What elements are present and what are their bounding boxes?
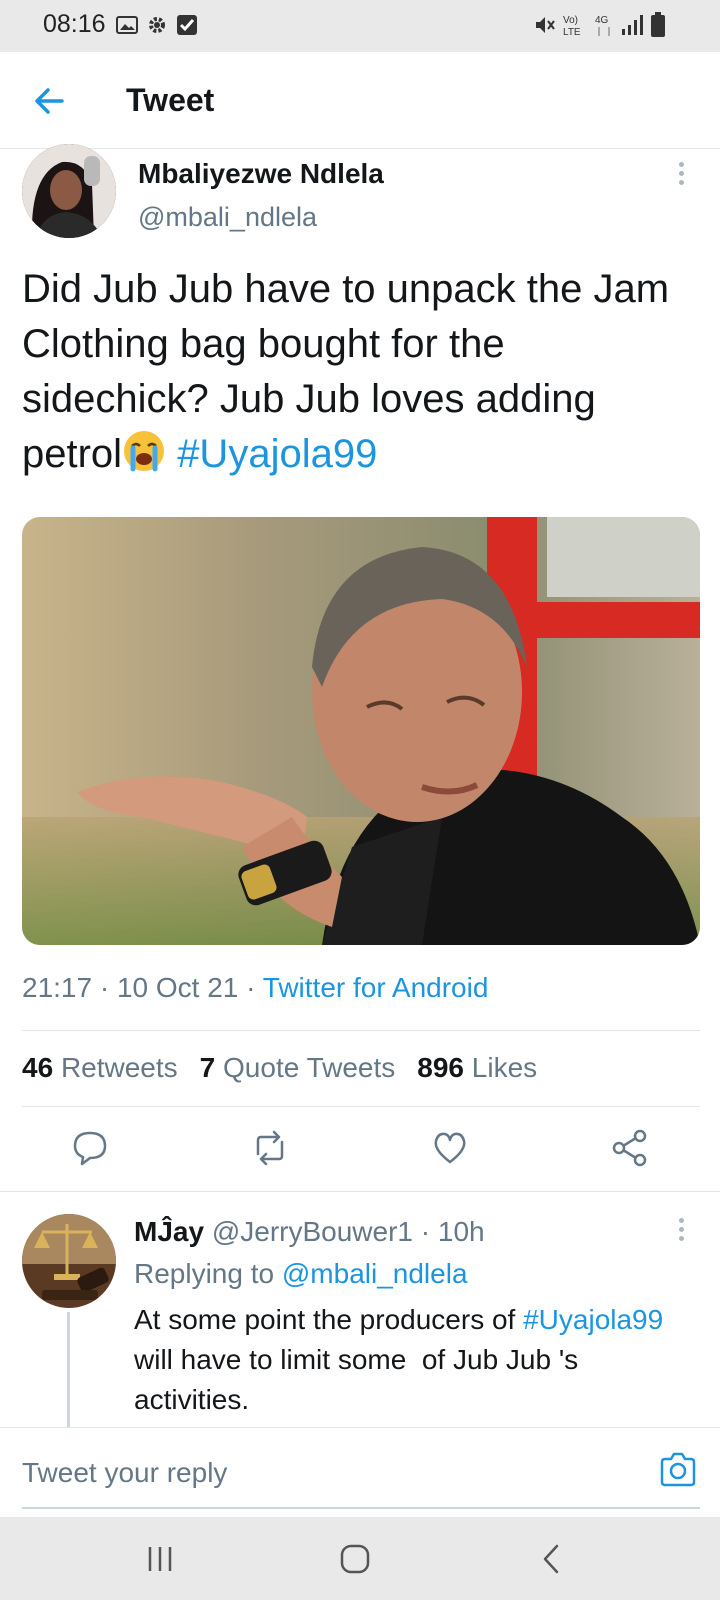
reply-author-handle[interactable]: @JerryBouwer1	[212, 1216, 413, 1247]
divider	[22, 1030, 700, 1031]
loudly-crying-face-emoji	[124, 431, 165, 472]
thread-line	[67, 1312, 70, 1427]
svg-text:4G: 4G	[595, 15, 609, 26]
reply-age: 10h	[437, 1216, 485, 1247]
tweet-meta: 21:17 · 10 Oct 21 · Twitter for Android	[22, 972, 488, 1004]
quotes-label: Quote Tweets	[223, 1052, 396, 1083]
reply-input[interactable]	[22, 1450, 622, 1496]
author-avatar-image	[22, 144, 116, 238]
retweets-stat[interactable]: 46 Retweets	[22, 1052, 178, 1084]
checkbox-icon	[177, 15, 197, 35]
author-avatar[interactable]	[22, 144, 116, 238]
battery-icon	[651, 12, 665, 37]
reply-composer	[0, 1427, 720, 1517]
meta-separator: ·	[420, 1216, 431, 1247]
more-options-icon[interactable]	[676, 1218, 686, 1244]
home-icon[interactable]	[337, 1541, 373, 1577]
reply-author-name[interactable]: MĴay	[134, 1216, 204, 1247]
likes-count: 896	[417, 1052, 464, 1083]
reply-header: MĴay @JerryBouwer1 · 10h	[134, 1216, 485, 1248]
tweet-photo[interactable]	[22, 517, 700, 945]
composer-underline	[22, 1507, 700, 1509]
camera-icon[interactable]	[658, 1450, 698, 1490]
replying-to-handle[interactable]: @mbali_ndlela	[282, 1258, 468, 1289]
reply-avatar[interactable]	[22, 1214, 116, 1308]
likes-label: Likes	[471, 1052, 538, 1083]
4g-icon: 4G	[595, 15, 610, 36]
recent-apps-icon[interactable]	[142, 1541, 178, 1577]
tweet-source[interactable]: Twitter for Android	[263, 972, 489, 1003]
tweet-stats: 46 Retweets 7 Quote Tweets 896 Likes	[22, 1052, 537, 1084]
replying-prefix: Replying to	[134, 1258, 275, 1289]
likes-stat[interactable]: 896 Likes	[417, 1052, 537, 1084]
system-nav-bar	[0, 1517, 720, 1600]
signal-icon	[622, 15, 643, 35]
back-arrow-icon[interactable]	[30, 82, 68, 120]
tweet-text: Did Jub Jub have to unpack the Jam Cloth…	[22, 262, 702, 482]
quotes-stat[interactable]: 7 Quote Tweets	[200, 1052, 396, 1084]
reply-avatar-image	[22, 1214, 116, 1308]
volte-icon: Vo)LTE	[563, 15, 581, 38]
replying-to: Replying to @mbali_ndlela	[134, 1258, 468, 1290]
tweet-date: 10 Oct 21	[116, 972, 239, 1003]
retweets-count: 46	[22, 1052, 54, 1083]
reply-text-before: At some point the producers of	[134, 1304, 524, 1335]
tweet-hashtag[interactable]: #Uyajola99	[177, 432, 377, 476]
author-name[interactable]: Mbaliyezwe Ndlela	[138, 158, 384, 190]
section-divider	[0, 1191, 720, 1192]
author-handle[interactable]: @mbali_ndlela	[138, 202, 317, 233]
more-options-icon[interactable]	[676, 162, 686, 188]
svg-text:LTE: LTE	[563, 27, 581, 38]
reply-text: At some point the producers of #Uyajola9…	[134, 1300, 694, 1420]
svg-text:Vo): Vo)	[563, 15, 578, 26]
top-bar: Tweet	[0, 52, 720, 149]
page-title: Tweet	[126, 82, 215, 118]
retweet-icon[interactable]	[250, 1128, 290, 1168]
tweet-photo-image	[22, 517, 700, 945]
divider	[22, 1106, 700, 1107]
reply-hashtag[interactable]: #Uyajola99	[523, 1304, 663, 1335]
tweet-actions	[0, 1128, 720, 1174]
meta-separator: ·	[99, 972, 110, 1003]
meta-separator: ·	[246, 972, 256, 1003]
retweets-label: Retweets	[60, 1052, 178, 1083]
like-icon[interactable]	[430, 1128, 470, 1168]
image-icon	[116, 16, 138, 34]
share-icon[interactable]	[610, 1128, 650, 1168]
back-icon[interactable]	[534, 1541, 570, 1577]
tweet-time: 21:17	[22, 972, 93, 1003]
mute-icon	[536, 17, 555, 33]
quotes-count: 7	[199, 1052, 216, 1083]
gear-icon	[149, 17, 165, 33]
reply-icon[interactable]	[70, 1128, 110, 1168]
status-bar: 08:16 Vo) LTE 4G	[0, 0, 720, 52]
status-time: 08:16	[43, 10, 106, 38]
